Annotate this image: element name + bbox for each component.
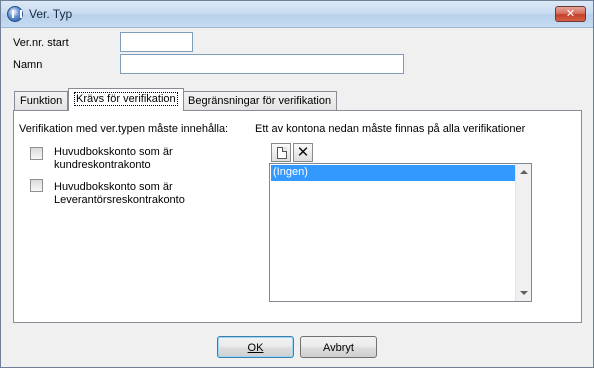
ok-button-label: OK xyxy=(247,342,264,354)
account-listbox[interactable]: (Ingen) xyxy=(269,163,532,302)
checkbox-kundreskontra-label-line2[interactable]: kundreskontrakonto xyxy=(54,159,151,172)
scroll-down-icon[interactable] xyxy=(520,291,528,295)
delete-button[interactable]: ✕ xyxy=(293,143,313,162)
close-button[interactable]: ✕ xyxy=(555,6,586,22)
tab-funktion[interactable]: Funktion xyxy=(14,91,69,110)
namn-input[interactable] xyxy=(120,54,404,74)
checkbox-leverantorsreskontra-label-line1[interactable]: Huvudbokskonto som är xyxy=(54,181,173,194)
ok-button[interactable]: OK xyxy=(217,336,294,358)
dialog-window: Ver. Typ ✕ Ver.nr. start Namn Funktion K… xyxy=(0,0,594,368)
title-bar[interactable]: Ver. Typ ✕ xyxy=(1,1,593,28)
checkbox-leverantorsreskontra-label-line2[interactable]: Leverantörsreskontrakonto xyxy=(54,194,185,207)
tab-begransningar[interactable]: Begränsningar för verifikation xyxy=(182,91,338,110)
checkbox-leverantorsreskontra[interactable] xyxy=(30,179,43,192)
delete-icon: ✕ xyxy=(296,144,310,161)
new-button[interactable] xyxy=(271,143,291,162)
cancel-button-label: Avbryt xyxy=(323,342,354,354)
right-heading: Ett av kontona nedan måste finnas på all… xyxy=(255,123,526,135)
scroll-up-icon[interactable] xyxy=(520,170,528,174)
app-logo-icon xyxy=(7,6,23,22)
tab-label: Begränsningar för verifikation xyxy=(188,95,332,107)
vernr-start-input[interactable] xyxy=(120,32,193,52)
tab-label: Krävs för verifikation xyxy=(74,92,178,106)
tab-kravs-for-verifikation[interactable]: Krävs för verifikation xyxy=(68,88,184,111)
checkbox-kundreskontra[interactable] xyxy=(30,147,43,160)
vertical-scrollbar[interactable] xyxy=(515,164,531,301)
new-document-icon xyxy=(277,147,287,159)
left-heading: Verifikation med ver.typen måste innehål… xyxy=(19,123,229,135)
list-item[interactable]: (Ingen) xyxy=(271,165,515,181)
tab-label: Funktion xyxy=(20,95,63,107)
vernr-start-label: Ver.nr. start xyxy=(13,37,69,49)
window-title: Ver. Typ xyxy=(29,7,73,21)
close-icon: ✕ xyxy=(565,8,576,20)
cancel-button[interactable]: Avbryt xyxy=(300,336,377,358)
namn-label: Namn xyxy=(13,59,43,71)
checkbox-kundreskontra-label-line1[interactable]: Huvudbokskonto som är xyxy=(54,146,173,159)
